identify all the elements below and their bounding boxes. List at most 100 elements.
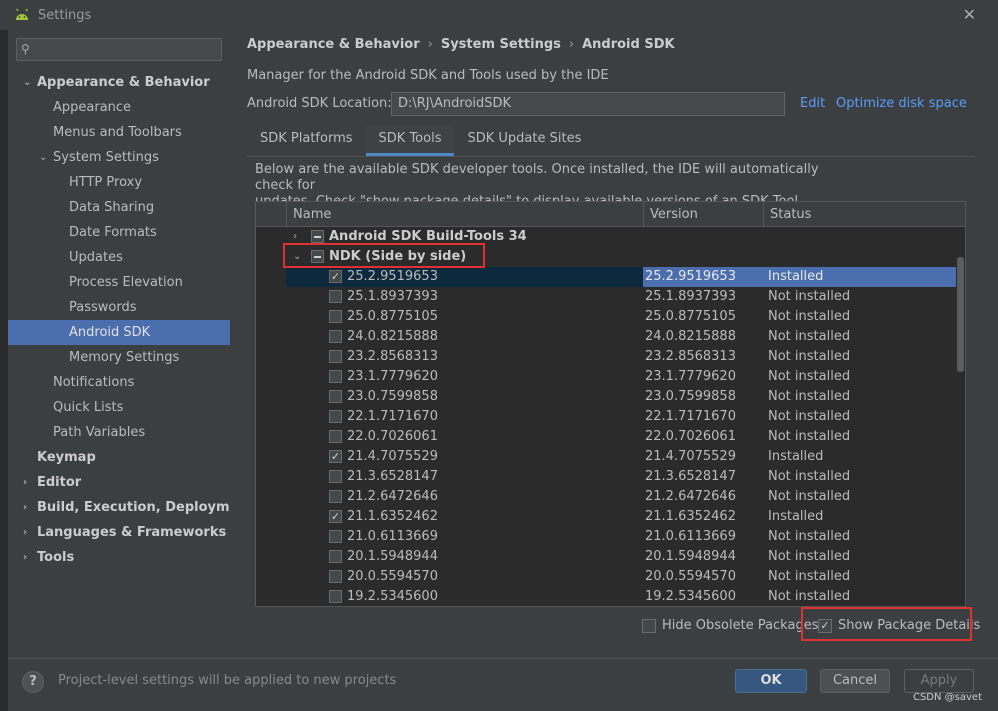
- chevron-down-icon[interactable]: ⌄: [39, 145, 47, 170]
- package-name-cell: 22.0.7026061: [286, 427, 643, 447]
- sidebar-item[interactable]: Data Sharing: [8, 195, 230, 220]
- table-row[interactable]: 23.0.7599858 23.0.7599858 Not installed: [256, 387, 956, 407]
- sidebar-item[interactable]: Updates: [8, 245, 230, 270]
- chevron-right-icon[interactable]: ›: [23, 470, 27, 495]
- cancel-button[interactable]: Cancel: [820, 669, 890, 693]
- table-body: › Android SDK Build-Tools 34 ⌄ NDK (Side…: [256, 227, 956, 606]
- table-scrollbar[interactable]: [957, 257, 964, 372]
- table-row[interactable]: 22.0.7026061 22.0.7026061 Not installed: [256, 427, 956, 447]
- table-row[interactable]: 24.0.8215888 24.0.8215888 Not installed: [256, 327, 956, 347]
- sidebar-item[interactable]: Date Formats: [8, 220, 230, 245]
- table-row[interactable]: 25.1.8937393 25.1.8937393 Not installed: [256, 287, 956, 307]
- package-checkbox[interactable]: [329, 430, 342, 443]
- table-row[interactable]: 21.0.6113669 21.0.6113669 Not installed: [256, 527, 956, 547]
- chevron-right-icon[interactable]: ›: [23, 495, 27, 520]
- sidebar-item[interactable]: › Editor: [8, 470, 230, 495]
- sidebar-item[interactable]: Passwords: [8, 295, 230, 320]
- package-checkbox[interactable]: [329, 330, 342, 343]
- sidebar-item[interactable]: › Build, Execution, Deployment: [8, 495, 254, 520]
- package-version: 23.2.8568313: [645, 349, 736, 364]
- table-row[interactable]: 23.1.7779620 23.1.7779620 Not installed: [256, 367, 956, 387]
- table-row[interactable]: ✓ 21.1.6352462 21.1.6352462 Installed: [256, 507, 956, 527]
- package-checkbox[interactable]: [329, 550, 342, 563]
- package-checkbox[interactable]: [329, 350, 342, 363]
- table-row[interactable]: 23.2.8568313 23.2.8568313 Not installed: [256, 347, 956, 367]
- package-version: 25.2.9519653: [643, 267, 763, 287]
- package-checkbox[interactable]: [329, 470, 342, 483]
- package-checkbox[interactable]: [329, 390, 342, 403]
- table-row[interactable]: 22.1.7171670 22.1.7171670 Not installed: [256, 407, 956, 427]
- table-row[interactable]: 19.2.5345600 19.2.5345600 Not installed: [256, 587, 956, 606]
- group-checkbox[interactable]: [311, 250, 324, 263]
- package-checkbox[interactable]: ✓: [329, 450, 342, 463]
- table-row[interactable]: 20.0.5594570 20.0.5594570 Not installed: [256, 567, 956, 587]
- sidebar-item[interactable]: Appearance: [8, 95, 230, 120]
- package-checkbox[interactable]: [329, 590, 342, 603]
- sidebar-item[interactable]: › Languages & Frameworks: [8, 520, 230, 545]
- ok-button[interactable]: OK: [735, 669, 807, 693]
- column-header-name[interactable]: Name: [286, 202, 331, 227]
- package-version: 22.1.7171670: [645, 409, 736, 424]
- chevron-down-icon[interactable]: ⌄: [23, 70, 31, 95]
- checkbox-box[interactable]: ✓: [818, 618, 832, 633]
- sidebar-item[interactable]: Keymap: [8, 445, 230, 470]
- sidebar-item[interactable]: Android SDK: [8, 320, 230, 345]
- tab-sdk-platforms[interactable]: SDK Platforms: [247, 126, 366, 156]
- sidebar-item[interactable]: ⌄ System Settings: [8, 145, 230, 170]
- footer-note: Project-level settings will be applied t…: [58, 673, 397, 688]
- group-checkbox[interactable]: [311, 230, 324, 243]
- hide-obsolete-checkbox[interactable]: Hide Obsolete Packages: [642, 618, 818, 633]
- search-input[interactable]: ⚲: [16, 38, 222, 61]
- table-row[interactable]: 21.2.6472646 21.2.6472646 Not installed: [256, 487, 956, 507]
- chevron-right-icon[interactable]: ›: [23, 520, 27, 545]
- package-name: 19.2.5345600: [347, 589, 438, 604]
- sidebar-item[interactable]: Path Variables: [8, 420, 230, 445]
- table-row[interactable]: 21.3.6528147 21.3.6528147 Not installed: [256, 467, 956, 487]
- apply-button[interactable]: Apply: [904, 669, 974, 693]
- package-checkbox[interactable]: ✓: [329, 510, 342, 523]
- package-status: Not installed: [768, 409, 851, 424]
- table-row[interactable]: 25.0.8775105 25.0.8775105 Not installed: [256, 307, 956, 327]
- sidebar-item[interactable]: Process Elevation: [8, 270, 230, 295]
- chevron-right-icon[interactable]: ›: [293, 227, 297, 247]
- tab-sdk-tools[interactable]: SDK Tools: [365, 126, 455, 156]
- package-checkbox[interactable]: [329, 490, 342, 503]
- sidebar-item[interactable]: Quick Lists: [8, 395, 230, 420]
- package-name-cell: 20.1.5948944: [286, 547, 643, 567]
- group-row-build-tools[interactable]: › Android SDK Build-Tools 34: [256, 227, 956, 247]
- show-package-details-checkbox[interactable]: ✓ Show Package Details: [818, 618, 980, 633]
- table-row[interactable]: ✓ 25.2.9519653 25.2.9519653 Installed: [256, 267, 956, 287]
- sidebar-item-label: Passwords: [69, 300, 137, 315]
- sidebar-item[interactable]: HTTP Proxy: [8, 170, 230, 195]
- package-checkbox[interactable]: ✓: [329, 270, 342, 283]
- package-checkbox[interactable]: [329, 530, 342, 543]
- table-row[interactable]: ✓ 21.4.7075529 21.4.7075529 Installed: [256, 447, 956, 467]
- table-row[interactable]: 20.1.5948944 20.1.5948944 Not installed: [256, 547, 956, 567]
- package-checkbox[interactable]: [329, 410, 342, 423]
- breadcrumb-item[interactable]: System Settings: [441, 37, 561, 52]
- package-checkbox[interactable]: [329, 370, 342, 383]
- optimize-disk-space-link[interactable]: Optimize disk space: [836, 96, 967, 111]
- breadcrumb-item[interactable]: Appearance & Behavior: [247, 37, 420, 52]
- help-icon[interactable]: ?: [22, 671, 44, 693]
- column-header-status[interactable]: Status: [763, 202, 811, 227]
- column-header-version[interactable]: Version: [643, 202, 698, 227]
- sidebar-item[interactable]: Memory Settings: [8, 345, 230, 370]
- package-checkbox[interactable]: [329, 570, 342, 583]
- chevron-right-icon[interactable]: ›: [23, 545, 27, 570]
- sidebar-item[interactable]: ⌄ Appearance & Behavior: [8, 70, 230, 95]
- edit-link[interactable]: Edit: [800, 96, 825, 111]
- package-checkbox[interactable]: [329, 290, 342, 303]
- checkbox-box[interactable]: [642, 618, 656, 633]
- tab-sdk-update-sites[interactable]: SDK Update Sites: [454, 126, 594, 156]
- sdk-location-field[interactable]: D:\RJ\AndroidSDK: [391, 92, 785, 116]
- package-checkbox[interactable]: [329, 310, 342, 323]
- sidebar-item[interactable]: Menus and Toolbars: [8, 120, 230, 145]
- sidebar-item[interactable]: › Tools: [8, 545, 230, 570]
- group-row-ndk[interactable]: ⌄ NDK (Side by side): [256, 247, 956, 267]
- close-icon[interactable]: ✕: [963, 5, 976, 24]
- chevron-down-icon[interactable]: ⌄: [293, 247, 301, 267]
- sidebar-item[interactable]: Notifications: [8, 370, 230, 395]
- package-name: 24.0.8215888: [347, 329, 438, 344]
- package-name-cell: 21.0.6113669: [286, 527, 643, 547]
